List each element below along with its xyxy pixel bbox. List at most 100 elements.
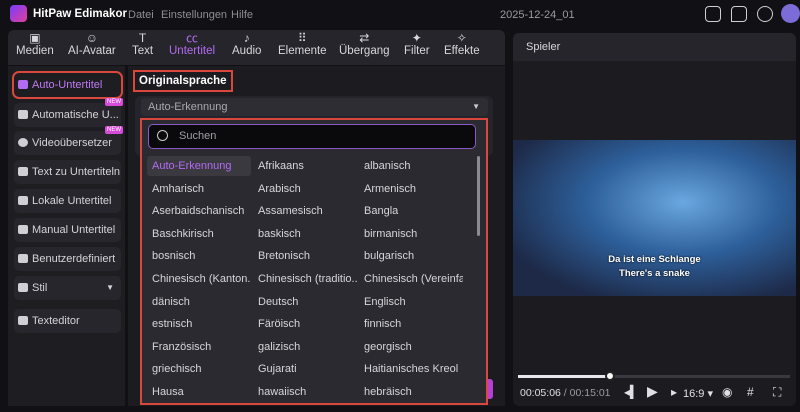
custom-icon [18,254,28,263]
next-frame-icon[interactable]: ▸ [671,385,677,399]
sidebar-item-texteditor[interactable]: Texteditor [14,309,121,333]
language-option[interactable]: birmanisch [359,224,463,244]
tool-elemente[interactable]: ⠿ Elemente [278,31,327,57]
language-option[interactable]: Amharisch [147,179,251,199]
language-option[interactable]: Armenisch [359,179,463,199]
sidebar-item-auto-untertitel[interactable]: Auto-Untertitel [12,71,123,99]
tool-medien[interactable]: ▣ Medien [16,31,54,57]
language-dropdown: Suchen Auto-Erkennung Afrikaans albanisch A… [140,118,488,405]
language-option[interactable]: Chinesisch (traditio... [253,269,357,289]
language-option[interactable]: Auto-Erkennung [147,156,251,176]
style-icon [18,283,28,292]
tool-audio[interactable]: ♪ Audio [232,31,261,57]
previous-frame-icon[interactable]: ◂▍ [624,385,639,399]
language-option[interactable]: albanisch [359,156,463,176]
language-option[interactable]: griechisch [147,359,251,379]
local-subtitle-icon [18,196,28,205]
language-option[interactable]: Färöisch [253,314,357,334]
language-option[interactable]: Chinesisch (Kanton... [147,269,251,289]
video-preview[interactable]: Da ist eine Schlange There's a snake [513,140,796,296]
language-option[interactable]: hawaiisch [253,382,357,402]
tool-filter[interactable]: ✦ Filter [404,31,430,57]
sidebar-item-label: Text zu Untertiteln [32,166,121,178]
tool-effekte[interactable]: ✧ Effekte [444,31,480,57]
player-title: Spieler [526,41,561,53]
ai-avatar-icon: ☺ [85,31,98,45]
tool-label: Audio [232,45,262,57]
snapshot-icon[interactable]: ◉ [722,385,732,399]
sidebar-item-text-zu-untertiteln[interactable]: Text zu Untertiteln [14,160,121,184]
language-option[interactable]: hebräisch [359,382,463,402]
tool-uebergang[interactable]: ⇄ Übergang [339,31,390,57]
menu-einstellungen[interactable]: Einstellungen [161,9,227,21]
project-name: 2025-12-24_01 [500,9,575,21]
sidebar-item-label: Texteditor [32,315,80,327]
sidebar-item-label: Stil [32,282,48,294]
language-option[interactable]: Englisch [359,292,463,312]
manual-subtitle-icon [18,225,28,234]
menu-datei[interactable]: Datei [128,9,154,21]
language-option[interactable]: estnisch [147,314,251,334]
time-display: 00:05:06 / 00:15:01 [520,387,611,399]
sidebar-item-stil[interactable]: Stil ▼ [14,276,121,300]
section-title: Originalsprache [133,70,233,92]
language-option[interactable]: Deutsch [253,292,357,312]
sidebar-item-videouebersetzer[interactable]: Videoübersetzer [14,131,121,155]
tool-text[interactable]: T Text [132,31,153,57]
sidebar-item-label: Videoübersetzer [32,137,112,149]
scrollbar[interactable] [477,156,480,236]
total-time: / 00:15:01 [563,387,611,399]
fullscreen-icon[interactable]: ⛶ [773,385,781,400]
download-icon[interactable] [757,6,773,22]
sidebar-item-manual-untertitel[interactable]: Manual Untertitel [14,218,121,242]
language-option[interactable]: finnisch [359,314,463,334]
language-option[interactable]: bulgarisch [359,246,463,266]
chevron-down-icon: ▼ [106,283,114,292]
language-option[interactable]: Französisch [147,337,251,357]
sidebar-item-automatische-untertitel[interactable]: Automatische U... [14,103,121,127]
sidebar-item-label: Automatische U... [32,109,119,121]
app-logo [10,5,27,22]
tool-label: Effekte [444,45,480,57]
language-option[interactable]: Hausa [147,382,251,402]
menu-hilfe[interactable]: Hilfe [231,9,253,21]
language-option[interactable]: georgisch [359,337,463,357]
language-option[interactable]: Afrikaans [253,156,357,176]
language-option[interactable]: Gujarati [253,359,357,379]
filter-icon: ✦ [411,31,422,45]
new-badge: NEW [105,98,123,106]
language-option[interactable]: dänisch [147,292,251,312]
language-option[interactable]: Haitianisches Kreol [359,359,463,379]
subtitle-icon: ㏄ [186,31,199,45]
play-icon[interactable]: ▶ [647,383,658,400]
language-option[interactable]: Arabisch [253,179,357,199]
language-option[interactable]: galizisch [253,337,357,357]
language-option[interactable]: Aserbaidschanisch [147,201,251,221]
language-select[interactable]: Auto-Erkennung ▼ [141,98,488,116]
tool-ai-avatar[interactable]: ☺ AI-Avatar [68,31,116,57]
language-option[interactable]: Chinesisch (Vereinfa... [359,269,463,289]
language-option[interactable]: Assamesisch [253,201,357,221]
audio-icon: ♪ [243,31,250,45]
tool-label: Elemente [278,45,327,57]
feedback-icon[interactable] [731,6,747,22]
layout-icon[interactable] [705,6,721,22]
avatar[interactable] [781,4,800,23]
subtitle-line-1: Da ist eine Schlange [608,254,701,265]
language-option[interactable]: bosnisch [147,246,251,266]
media-icon: ▣ [29,31,41,45]
language-option[interactable]: Bangla [359,201,463,221]
tool-label: Medien [16,45,54,57]
search-icon [157,130,168,141]
search-input[interactable]: Suchen [148,124,476,149]
language-option[interactable]: baskisch [253,224,357,244]
sidebar-item-label: Benutzerdefiniert [32,253,116,265]
sidebar-item-benutzerdefiniert[interactable]: Benutzerdefiniert [14,247,121,271]
crop-icon[interactable]: # [747,385,754,399]
language-option[interactable]: Baschkirisch [147,224,251,244]
language-select-value: Auto-Erkennung [148,101,228,113]
aspect-ratio-select[interactable]: 16:9 ▾ [683,387,713,400]
tool-untertitel[interactable]: ㏄ Untertitel [169,31,215,57]
language-option[interactable]: Bretonisch [253,246,357,266]
sidebar-item-lokale-untertitel[interactable]: Lokale Untertitel [14,189,121,213]
